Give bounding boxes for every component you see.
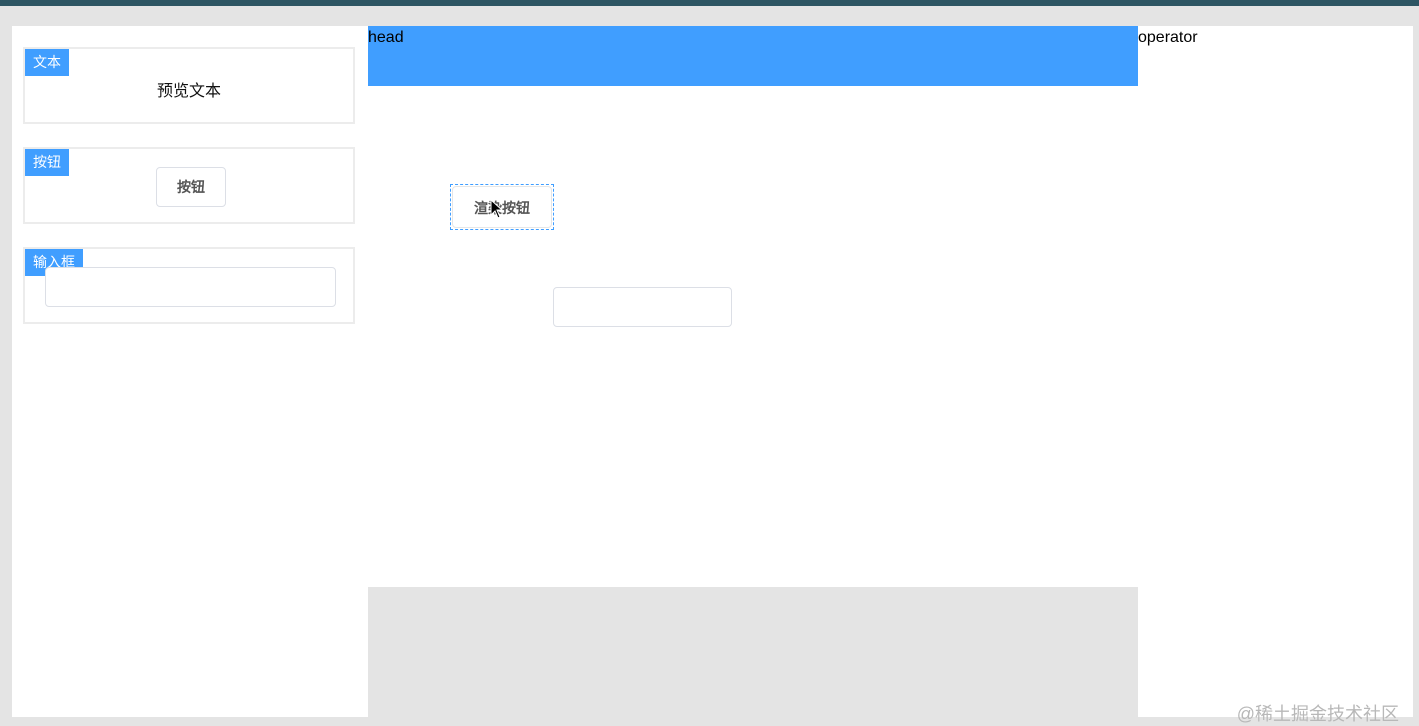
- canvas-footer: [368, 587, 1138, 717]
- palette-tag-button: 按钮: [25, 149, 69, 176]
- operator-label: operator: [1138, 29, 1198, 46]
- operator-panel: operator: [1138, 26, 1413, 717]
- design-canvas[interactable]: head 渲染按钮: [368, 26, 1138, 717]
- palette-item-text[interactable]: 文本 预览文本: [23, 47, 355, 124]
- preview-input[interactable]: [45, 267, 336, 307]
- preview-text: 预览文本: [156, 83, 221, 100]
- palette-item-button[interactable]: 按钮 按钮: [23, 147, 355, 224]
- canvas-head: head: [368, 26, 1138, 86]
- canvas-head-label: head: [368, 29, 404, 46]
- mouse-cursor-icon: [490, 199, 504, 219]
- watermark: @稀土掘金技术社区: [1236, 704, 1399, 724]
- window-top-bar: [0, 0, 1419, 6]
- palette-tag-text: 文本: [25, 49, 69, 76]
- palette-item-input[interactable]: 输入框: [23, 247, 355, 324]
- rendered-input[interactable]: [553, 287, 732, 327]
- component-palette: 文本 预览文本 按钮 按钮 输入框: [12, 26, 368, 717]
- app-root: 文本 预览文本 按钮 按钮 输入框 head 渲染按钮 operator @稀土…: [12, 26, 1413, 724]
- preview-button[interactable]: 按钮: [156, 167, 226, 207]
